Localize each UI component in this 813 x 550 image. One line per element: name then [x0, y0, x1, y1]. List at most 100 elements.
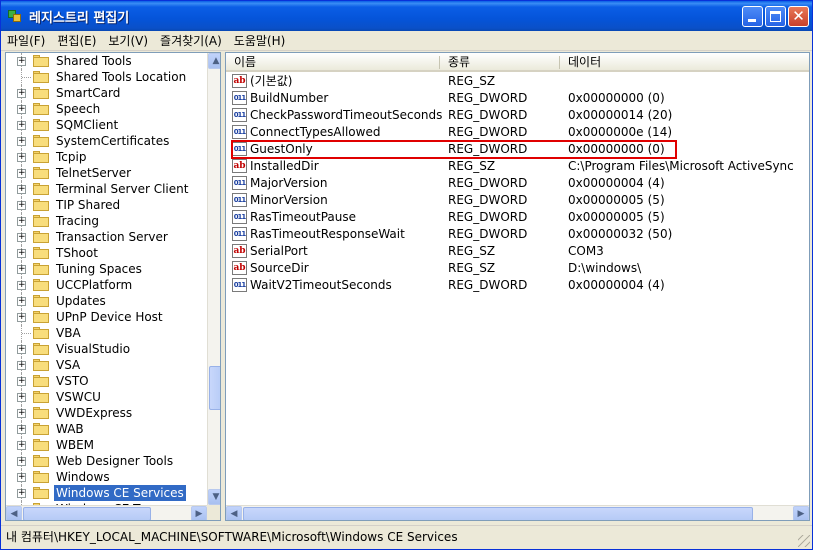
expand-plus-icon[interactable]: + — [17, 57, 26, 66]
expand-plus-icon[interactable]: + — [17, 201, 26, 210]
menu-edit[interactable]: 편집(E) — [51, 32, 102, 50]
scroll-right-arrow-icon[interactable]: ▶ — [793, 506, 809, 520]
tree-item[interactable]: + Terminal Server Client — [6, 181, 206, 197]
values-list-pane[interactable]: 이름 종류 데이터 ab (기본값) REG_SZ 011 BuildNumber REG… — [225, 52, 810, 521]
tree-scroll-thumb[interactable] — [209, 366, 220, 410]
menu-file[interactable]: 파일(F) — [1, 32, 51, 50]
tree-item-label: TelnetServer — [56, 166, 132, 180]
value-row[interactable]: ab InstalledDir REG_SZ C:\Program Files\Mic… — [226, 158, 809, 175]
expand-plus-icon[interactable]: + — [17, 153, 26, 162]
scroll-right-arrow-icon[interactable]: ▶ — [191, 506, 207, 520]
tree-item[interactable]: + TelnetServer — [6, 165, 206, 181]
tree-item[interactable]: + Tracing — [6, 213, 206, 229]
tree-item[interactable]: Shared Tools Location — [6, 69, 206, 85]
tree-item[interactable]: + Speech — [6, 101, 206, 117]
value-row[interactable]: 011 RasTimeoutPause REG_DWORD 0x00000005 (5… — [226, 209, 809, 226]
expand-plus-icon[interactable]: + — [17, 297, 26, 306]
minimize-button[interactable] — [742, 6, 763, 27]
window-title: 레지스트리 편집기 — [29, 10, 130, 26]
expand-plus-icon[interactable]: + — [17, 425, 26, 434]
tree-item[interactable]: + Web Designer Tools — [6, 453, 206, 469]
resize-grip-icon[interactable] — [798, 535, 810, 547]
menu-view[interactable]: 보기(V) — [102, 32, 154, 50]
folder-icon — [33, 103, 50, 115]
expand-plus-icon[interactable]: + — [17, 121, 26, 130]
tree-item[interactable]: + SmartCard — [6, 85, 206, 101]
column-header-data[interactable]: 데이터 — [560, 53, 809, 72]
tree-item[interactable]: + Windows CE Services — [6, 485, 206, 501]
tree-item[interactable]: + Windows — [6, 469, 206, 485]
scroll-up-arrow-icon[interactable]: ▲ — [208, 53, 220, 69]
tree-item[interactable]: + TIP Shared — [6, 197, 206, 213]
tree-item[interactable]: + SystemCertificates — [6, 133, 206, 149]
scroll-left-arrow-icon[interactable]: ◀ — [6, 506, 22, 520]
values-horizontal-scrollbar[interactable]: ◀ ▶ — [226, 505, 809, 520]
value-row[interactable]: ab SerialPort REG_SZ COM3 — [226, 243, 809, 260]
value-row[interactable]: ab (기본값) REG_SZ — [226, 73, 809, 90]
scroll-left-arrow-icon[interactable]: ◀ — [226, 506, 242, 520]
maximize-button[interactable] — [765, 6, 786, 27]
tree-item[interactable]: + VSA — [6, 357, 206, 373]
value-row[interactable]: 011 BuildNumber REG_DWORD 0x00000000 (0) — [226, 90, 809, 107]
expand-plus-icon[interactable]: + — [17, 457, 26, 466]
tree-item[interactable]: + WBEM — [6, 437, 206, 453]
maximize-icon — [770, 11, 781, 22]
tree-item[interactable]: + VisualStudio — [6, 341, 206, 357]
expand-plus-icon[interactable]: + — [17, 265, 26, 274]
value-row[interactable]: 011 RasTimeoutResponseWait REG_DWORD 0x0000… — [226, 226, 809, 243]
value-row[interactable]: 011 CheckPasswordTimeoutSeconds REG_DWORD 0… — [226, 107, 809, 124]
title-bar[interactable]: 레지스트리 편집기 ✕ — [1, 1, 812, 31]
tree-item[interactable]: + UPnP Device Host — [6, 309, 206, 325]
expand-plus-icon[interactable]: + — [17, 361, 26, 370]
tree-item[interactable]: + Tuning Spaces — [6, 261, 206, 277]
expand-plus-icon[interactable]: + — [17, 345, 26, 354]
expand-plus-icon[interactable]: + — [17, 137, 26, 146]
expand-plus-icon[interactable]: + — [17, 89, 26, 98]
tree-item[interactable]: + SQMClient — [6, 117, 206, 133]
column-header-name[interactable]: 이름 — [226, 53, 440, 72]
expand-plus-icon[interactable]: + — [17, 489, 26, 498]
expand-plus-icon[interactable]: + — [17, 473, 26, 482]
expand-plus-icon[interactable]: + — [17, 377, 26, 386]
tree-item[interactable]: + TShoot — [6, 245, 206, 261]
value-row[interactable]: 011 WaitV2TimeoutSeconds REG_DWORD 0x000000… — [226, 277, 809, 294]
tree-horizontal-scrollbar[interactable]: ◀ ▶ — [6, 505, 207, 520]
expand-plus-icon[interactable]: + — [17, 393, 26, 402]
tree-item[interactable]: + Updates — [6, 293, 206, 309]
value-row[interactable]: 011 ConnectTypesAllowed REG_DWORD 0x0000000… — [226, 124, 809, 141]
tree-item[interactable]: + VSWCU — [6, 389, 206, 405]
expand-plus-icon[interactable]: + — [17, 409, 26, 418]
expand-plus-icon[interactable]: + — [17, 217, 26, 226]
expand-plus-icon[interactable]: + — [17, 249, 26, 258]
close-button[interactable]: ✕ — [788, 6, 809, 27]
tree-hscroll-thumb[interactable] — [23, 507, 151, 520]
column-header-type[interactable]: 종류 — [440, 53, 560, 72]
expand-plus-icon[interactable]: + — [17, 105, 26, 114]
tree-item[interactable]: + VSTO — [6, 373, 206, 389]
scroll-down-arrow-icon[interactable]: ▼ — [208, 489, 220, 505]
menu-favorites[interactable]: 즐겨찾기(A) — [154, 32, 228, 50]
expand-plus-icon[interactable]: + — [17, 441, 26, 450]
tree-item[interactable]: + Transaction Server — [6, 229, 206, 245]
tree-item[interactable]: + WAB — [6, 421, 206, 437]
tree-item[interactable]: + VWDExpress — [6, 405, 206, 421]
expand-plus-icon[interactable]: + — [17, 281, 26, 290]
tree-item[interactable]: VBA — [6, 325, 206, 341]
tree-item[interactable]: + Shared Tools — [6, 53, 206, 69]
expand-plus-icon[interactable]: + — [17, 233, 26, 242]
expand-plus-icon[interactable]: + — [17, 185, 26, 194]
tree-vertical-scrollbar[interactable]: ▲ ▼ — [207, 53, 220, 505]
folder-icon — [33, 359, 50, 371]
tree-item[interactable]: + UCCPlatform — [6, 277, 206, 293]
folder-icon — [33, 263, 50, 275]
value-row[interactable]: 011 MajorVersion REG_DWORD 0x00000004 (4) — [226, 175, 809, 192]
menu-help[interactable]: 도움말(H) — [228, 32, 292, 50]
values-hscroll-thumb[interactable] — [243, 507, 753, 520]
value-row[interactable]: 011 MinorVersion REG_DWORD 0x00000005 (5) — [226, 192, 809, 209]
value-type: REG_DWORD — [448, 210, 528, 224]
expand-plus-icon[interactable]: + — [17, 169, 26, 178]
value-row[interactable]: ab SourceDir REG_SZ D:\windows\ — [226, 260, 809, 277]
expand-plus-icon[interactable]: + — [17, 313, 26, 322]
tree-item[interactable]: + Tcpip — [6, 149, 206, 165]
key-tree-pane[interactable]: + Shared Tools Shared Tools Location + Smart… — [5, 52, 221, 521]
